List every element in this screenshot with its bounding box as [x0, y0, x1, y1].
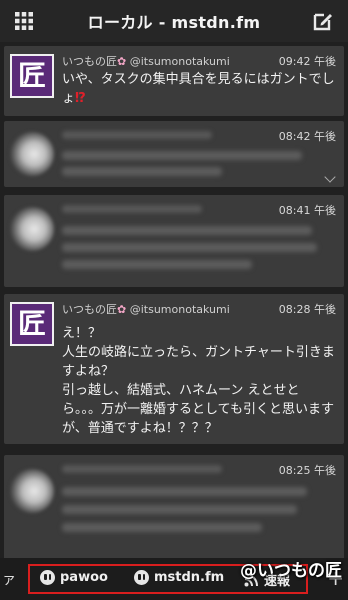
post-time[interactable]: 08:42 午後 [279, 128, 336, 144]
blurred-text [62, 167, 222, 176]
blurred-author [62, 131, 212, 139]
post-text: え！？ 人生の岐路に立ったら、ガントチャート引きますよね？ 引っ越し、結婚式、ハ… [62, 326, 335, 436]
tab-label: pawoo [60, 570, 108, 585]
blurred-text [62, 260, 252, 269]
post-content: いや、タスクの集中具合を見るにはガントでしょ⁉ [62, 70, 336, 108]
post-text: いや、タスクの集中具合を見るにはガントでしょ [62, 72, 335, 106]
display-name: いつもの匠 [62, 303, 117, 316]
compose-edit-icon[interactable] [312, 10, 334, 32]
tab-mstdn-fm[interactable]: mstdn.fm [134, 570, 224, 585]
author-line[interactable]: いつもの匠✿ @itsumonotakumi [62, 53, 230, 69]
status-card-blurred[interactable]: 08:25 午後 [4, 455, 344, 558]
chevron-down-icon[interactable] [324, 171, 336, 183]
status-card-blurred[interactable]: 08:41 午後 [4, 195, 344, 287]
blurred-text [62, 226, 312, 235]
flower-icon: ✿ [117, 55, 127, 68]
status-card[interactable]: 匠 いつもの匠✿ @itsumonotakumi 08:28 午後 え！？ 人生… [4, 294, 344, 444]
tab-partial-left[interactable]: ァ [2, 569, 16, 589]
blurred-text [62, 243, 317, 252]
timeline[interactable]: 匠 いつもの匠✿ @itsumonotakumi 09:42 午後 いや、タスク… [0, 42, 348, 558]
mastodon-icon [40, 570, 55, 585]
status-card[interactable]: 匠 いつもの匠✿ @itsumonotakumi 09:42 午後 いや、タスク… [4, 46, 344, 116]
post-time[interactable]: 09:42 午後 [279, 53, 336, 69]
flower-icon: ✿ [117, 303, 127, 316]
author-line[interactable]: いつもの匠✿ @itsumonotakumi [62, 301, 230, 317]
watermark: @いつもの匠 [240, 561, 342, 581]
handle: @itsumonotakumi [129, 303, 230, 316]
blurred-text [62, 505, 297, 514]
avatar[interactable] [10, 207, 54, 251]
avatar[interactable] [10, 132, 54, 176]
blurred-author [62, 465, 222, 473]
grid-menu-icon[interactable] [14, 11, 34, 31]
avatar[interactable] [10, 469, 54, 513]
avatar[interactable]: 匠 [10, 54, 54, 98]
tab-pawoo[interactable]: pawoo [40, 570, 108, 585]
avatar[interactable]: 匠 [10, 302, 54, 346]
blurred-text [62, 487, 307, 496]
tab-label: mstdn.fm [154, 570, 225, 585]
blurred-text [62, 523, 262, 532]
display-name: いつもの匠 [62, 55, 117, 68]
page-title: ローカル - mstdn.fm [87, 13, 261, 32]
blurred-author [62, 205, 202, 213]
status-card-blurred[interactable]: 08:42 午後 [4, 121, 344, 187]
exclamation-question-emoji: ⁉ [75, 91, 86, 106]
blurred-text [62, 151, 302, 160]
post-time[interactable]: 08:25 午後 [279, 462, 336, 478]
app-header: ローカル - mstdn.fm [0, 0, 348, 42]
post-time[interactable]: 08:41 午後 [279, 202, 336, 218]
post-time[interactable]: 08:28 午後 [279, 301, 336, 317]
mastodon-icon [134, 570, 149, 585]
handle: @itsumonotakumi [129, 55, 230, 68]
